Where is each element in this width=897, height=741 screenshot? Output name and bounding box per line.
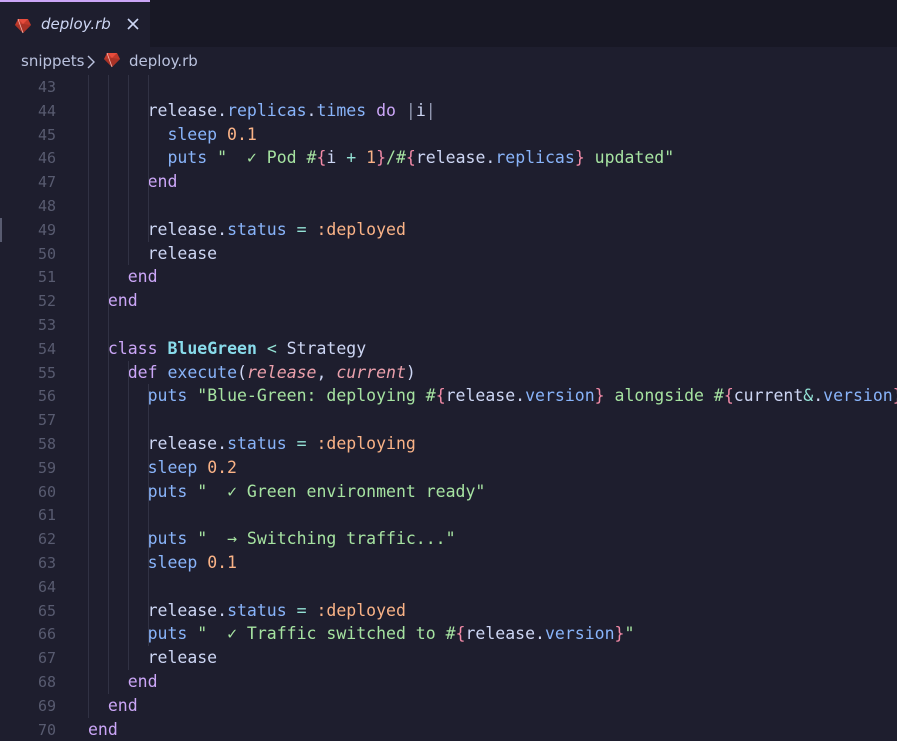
code-text: end (88, 719, 118, 739)
line-number: 50 (37, 244, 56, 263)
close-icon[interactable] (124, 15, 142, 33)
code-line[interactable]: 59 sleep 0.2 (0, 456, 897, 480)
code-line[interactable]: 67 release (0, 646, 897, 670)
code-text: release.status = :deployed (147, 219, 406, 239)
breadcrumb: snippets deploy.rb (0, 47, 897, 75)
line-number: 63 (37, 554, 56, 572)
line-number: 51 (37, 268, 56, 287)
indent-guide (127, 360, 129, 670)
line-number: 60 (37, 482, 56, 501)
indent-guide (127, 75, 129, 266)
line-number: 48 (37, 197, 56, 215)
ruby-icon (15, 18, 31, 34)
line-number: 55 (37, 363, 56, 382)
code-text: class BlueGreen < Strategy (107, 338, 367, 358)
line-number: 64 (37, 577, 56, 596)
line-number: 68 (37, 673, 56, 691)
code-text: end (127, 267, 158, 287)
code-line[interactable]: 46 puts " ✓ Pod #{i + 1}/#{release.replic… (0, 146, 897, 170)
line-number: 69 (37, 696, 56, 715)
line-number: 45 (37, 125, 56, 144)
line-number: 58 (37, 435, 56, 453)
tab-deploy-rb[interactable]: deploy.rb (0, 0, 150, 47)
indent-guide (147, 75, 149, 242)
indent-guide (88, 75, 89, 718)
code-line[interactable]: 47 end (0, 170, 897, 194)
line-number: 53 (37, 316, 56, 334)
code-text: puts " ✓ Pod #{i + 1}/#{release.replicas… (167, 148, 675, 168)
code-line[interactable]: 43 (0, 75, 897, 99)
line-number: 65 (37, 601, 56, 620)
breadcrumb-folder[interactable]: snippets (21, 52, 84, 70)
line-number: 70 (37, 720, 56, 739)
code-line[interactable]: 70 end (0, 718, 897, 741)
line-number: 67 (37, 649, 56, 668)
line-number: 66 (37, 625, 56, 644)
code-line[interactable]: 56 puts "Blue-Green: deploying #{release.… (0, 384, 897, 408)
code-text: end (107, 291, 138, 311)
code-text: puts "Blue-Green: deploying #{release.ve… (147, 386, 897, 406)
code-text: release.status = :deployed (147, 600, 406, 620)
code-text: end (107, 695, 138, 715)
code-line[interactable]: 55 def execute(release, current) (0, 361, 897, 385)
code-line[interactable]: 60 puts " ✓ Green environment ready" (0, 480, 897, 504)
code-line[interactable]: 51 end (0, 265, 897, 289)
indent-guide (107, 75, 109, 694)
chevron-right-icon (87, 55, 95, 69)
code-text: end (127, 672, 158, 691)
line-number: 49 (37, 220, 56, 239)
code-line[interactable]: 54 class BlueGreen < Strategy (0, 337, 897, 361)
code-text: release (147, 243, 218, 263)
code-text: puts " ✓ Green environment ready" (147, 481, 486, 501)
code-line[interactable]: 66 puts " ✓ Traffic switched to #{release… (0, 622, 897, 646)
code-text: puts " ✓ Traffic switched to #{release.v… (147, 624, 635, 644)
code-line[interactable]: 49 release.status = :deployed (0, 218, 897, 242)
indent-guide (147, 384, 149, 647)
tab-label: deploy.rb (41, 15, 111, 33)
line-number: 47 (37, 173, 56, 192)
tab-bar: deploy.rb (0, 0, 897, 47)
code-text: release.replicas.times do |i| (147, 100, 436, 120)
code-line[interactable]: 69 end (0, 694, 897, 718)
code-text: def execute(release, current) (127, 362, 416, 382)
ruby-icon (104, 52, 120, 68)
code-text: sleep 0.1 (147, 553, 237, 572)
code-line[interactable]: 63 sleep 0.1 (0, 551, 897, 575)
code-text: sleep 0.2 (147, 457, 237, 477)
gutter-change-marker (0, 217, 2, 242)
code-text: puts " → Switching traffic..." (147, 529, 456, 549)
code-text: release (147, 648, 218, 668)
code-editor[interactable]: 43 44 release.replicas.times do |i| 45 sleep… (0, 75, 897, 741)
line-number: 56 (37, 387, 56, 406)
code-text: end (147, 172, 178, 192)
code-line[interactable]: 62 puts " → Switching traffic..." (0, 527, 897, 551)
code-line[interactable]: 45 sleep 0.1 (0, 123, 897, 147)
code-line[interactable]: 58 release.status = :deploying (0, 432, 897, 456)
line-number: 54 (37, 339, 56, 358)
line-number: 61 (37, 506, 56, 525)
code-line[interactable]: 65 release.status = :deployed (0, 599, 897, 623)
code-line[interactable]: 61 (0, 503, 897, 527)
code-line[interactable]: 57 (0, 408, 897, 432)
code-text: sleep 0.1 (167, 124, 257, 144)
code-line[interactable]: 53 (0, 313, 897, 337)
code-text: release.status = :deploying (147, 434, 416, 453)
breadcrumb-file[interactable]: deploy.rb (129, 52, 198, 70)
code-line[interactable]: 48 (0, 194, 897, 218)
line-number: 43 (37, 78, 56, 96)
line-number: 62 (37, 530, 56, 549)
line-number: 59 (37, 458, 56, 477)
line-number: 44 (37, 101, 56, 120)
line-number: 52 (37, 292, 56, 311)
line-number: 57 (37, 411, 56, 430)
code-line[interactable]: 44 release.replicas.times do |i| (0, 99, 897, 123)
line-number: 46 (37, 149, 56, 168)
code-line[interactable]: 68 end (0, 670, 897, 694)
code-line[interactable]: 52 end (0, 289, 897, 313)
code-line[interactable]: 50 release (0, 242, 897, 266)
code-line[interactable]: 64 (0, 575, 897, 599)
